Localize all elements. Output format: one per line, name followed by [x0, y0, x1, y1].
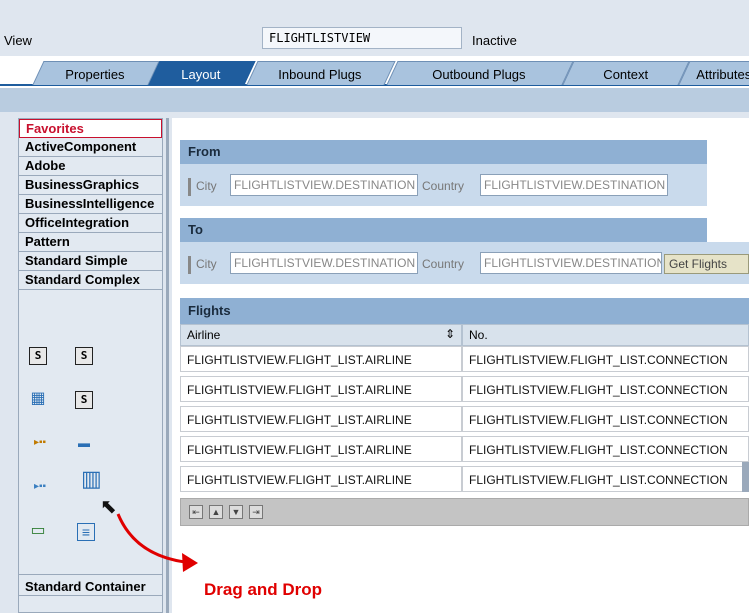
palette-item-businessintelligence[interactable]: BusinessIntelligence	[19, 195, 162, 214]
table-cell-airline[interactable]: FLIGHTLISTVIEW.FLIGHT_LIST.AIRLINE	[180, 346, 462, 372]
tab-properties[interactable]: Properties	[32, 61, 160, 85]
from-country-input[interactable]: FLIGHTLISTVIEW.DESTINATION	[480, 174, 668, 196]
canvas-scrollbar[interactable]	[742, 462, 749, 492]
to-country-label: Country	[422, 257, 465, 271]
drag-and-drop-annotation: Drag and Drop	[204, 580, 323, 599]
field-separator	[188, 256, 191, 274]
sort-icon[interactable]: ⇕	[445, 327, 455, 341]
column-header-airline[interactable]: Airline ⇕	[180, 324, 462, 346]
tab-inbound-plugs[interactable]: Inbound Plugs	[246, 61, 396, 85]
grid-layout-icon[interactable]: ▦	[29, 391, 47, 409]
tab-subbar	[0, 88, 749, 112]
mouse-cursor-icon: ⬉	[100, 496, 117, 518]
tabstrip-icon[interactable]: ▭	[29, 523, 47, 541]
table-cell-airline[interactable]: FLIGHTLISTVIEW.FLIGHT_LIST.AIRLINE	[180, 376, 462, 402]
palette-item-pattern[interactable]: Pattern	[19, 233, 162, 252]
formatted-text-icon[interactable]: S	[75, 391, 93, 409]
last-page-icon[interactable]: ⇥	[249, 505, 263, 519]
from-city-label: City	[196, 179, 217, 193]
tree-icon[interactable]: ≡	[77, 523, 95, 541]
palette-item-standard-simple[interactable]: Standard Simple	[19, 252, 162, 271]
progress-bar-icon[interactable]: ▬	[75, 435, 93, 453]
palette-splitter[interactable]	[166, 118, 169, 613]
textedit-icon[interactable]: S	[75, 347, 93, 365]
first-page-icon[interactable]: ⇤	[189, 505, 203, 519]
road-map-icon[interactable]: ▸▪▪	[27, 435, 53, 453]
field-separator	[188, 178, 191, 196]
flights-table-title: Flights	[180, 298, 749, 324]
from-country-label: Country	[422, 179, 465, 193]
tab-layout[interactable]: Layout	[148, 61, 256, 85]
table-cell-connection[interactable]: FLIGHTLISTVIEW.FLIGHT_LIST.CONNECTION	[462, 466, 749, 492]
table-cell-connection[interactable]: FLIGHTLISTVIEW.FLIGHT_LIST.CONNECTION	[462, 376, 749, 402]
layout-canvas: From City FLIGHTLISTVIEW.DESTINATION Cou…	[172, 118, 749, 613]
from-group-body: City FLIGHTLISTVIEW.DESTINATION Country …	[180, 164, 707, 206]
to-city-label: City	[196, 257, 217, 271]
palette-item-standard-container[interactable]: Standard Container	[19, 574, 162, 596]
table-cell-connection[interactable]: FLIGHTLISTVIEW.FLIGHT_LIST.CONNECTION	[462, 346, 749, 372]
tab-outbound-plugs[interactable]: Outbound Plugs	[386, 61, 574, 85]
palette-item-businessgraphics[interactable]: BusinessGraphics	[19, 176, 162, 195]
to-country-input[interactable]: FLIGHTLISTVIEW.DESTINATION	[480, 252, 662, 274]
table-navigation-bar: ⇤ ▲ ▼ ⇥	[180, 498, 749, 526]
table-cell-airline[interactable]: FLIGHTLISTVIEW.FLIGHT_LIST.AIRLINE	[180, 406, 462, 432]
text-view-icon[interactable]: S	[29, 347, 47, 365]
palette-item-standard-complex[interactable]: Standard Complex	[19, 271, 162, 290]
to-group-body: City FLIGHTLISTVIEW.DESTINATION Country …	[180, 242, 749, 284]
next-page-icon[interactable]: ▼	[229, 505, 243, 519]
palette-item-adobe[interactable]: Adobe	[19, 157, 162, 176]
table-cell-airline[interactable]: FLIGHTLISTVIEW.FLIGHT_LIST.AIRLINE	[180, 436, 462, 462]
ui-element-palette: Favorites ActiveComponent Adobe Business…	[18, 118, 163, 613]
phase-indicator-icon[interactable]: ▸▪▪	[27, 479, 53, 497]
table-cell-connection[interactable]: FLIGHTLISTVIEW.FLIGHT_LIST.CONNECTION	[462, 406, 749, 432]
to-group-header: To	[180, 218, 707, 242]
palette-item-favorites[interactable]: Favorites	[19, 119, 162, 138]
tab-attributes[interactable]: Attributes	[678, 61, 749, 85]
from-city-input[interactable]: FLIGHTLISTVIEW.DESTINATION	[230, 174, 418, 196]
view-status: Inactive	[472, 33, 517, 48]
previous-page-icon[interactable]: ▲	[209, 505, 223, 519]
view-header-bar: View FLIGHTLISTVIEW Inactive	[0, 0, 749, 56]
tab-context[interactable]: Context	[562, 61, 690, 85]
view-label: View	[4, 33, 32, 48]
palette-item-activecomponent[interactable]: ActiveComponent	[19, 138, 162, 157]
table-icon[interactable]: ▥	[81, 468, 102, 490]
table-cell-connection[interactable]: FLIGHTLISTVIEW.FLIGHT_LIST.CONNECTION	[462, 436, 749, 462]
to-city-input[interactable]: FLIGHTLISTVIEW.DESTINATION	[230, 252, 418, 274]
tabstrip: Properties Layout Inbound Plugs Outbound…	[0, 56, 749, 86]
get-flights-button[interactable]: Get Flights	[664, 254, 749, 274]
table-cell-airline[interactable]: FLIGHTLISTVIEW.FLIGHT_LIST.AIRLINE	[180, 466, 462, 492]
column-header-no[interactable]: No.	[462, 324, 749, 346]
from-group-header: From	[180, 140, 707, 164]
view-name-field[interactable]: FLIGHTLISTVIEW	[262, 27, 462, 49]
palette-item-officeintegration[interactable]: OfficeIntegration	[19, 214, 162, 233]
